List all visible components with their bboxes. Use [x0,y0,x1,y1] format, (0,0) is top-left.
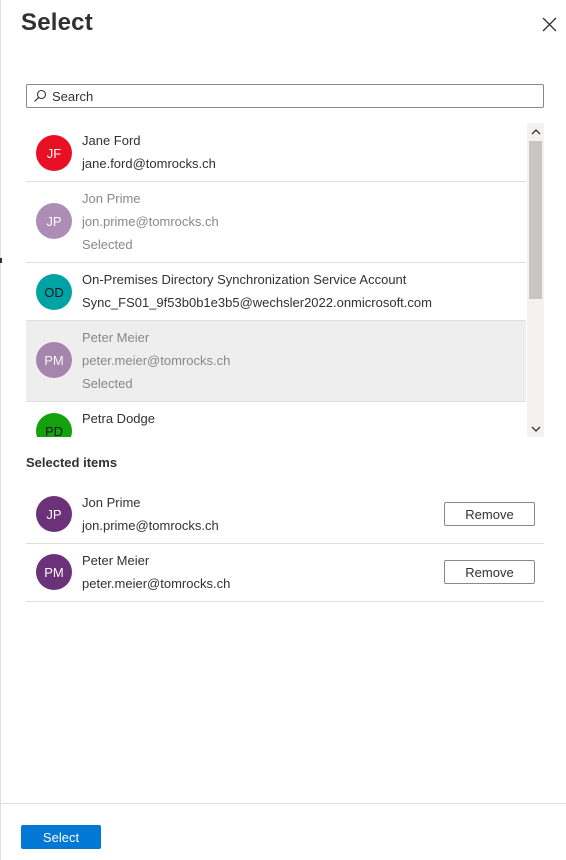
page-edge-marker [0,258,2,263]
result-name: On-Premises Directory Synchronization Se… [82,272,407,287]
search-icon [33,89,47,103]
selected-item-name: Jon Prime [82,495,141,510]
results-list[interactable]: JF Jane Ford jane.ford@tomrocks.ch JP Jo… [26,123,544,437]
result-status: Selected [82,237,133,252]
result-row-jane-ford[interactable]: JF Jane Ford jane.ford@tomrocks.ch [26,123,526,182]
avatar-initials: PM [44,352,64,368]
result-name: Jon Prime [82,191,141,206]
result-status: Selected [82,376,133,391]
result-email: jon.prime@tomrocks.ch [82,214,219,229]
search-box[interactable] [26,84,544,108]
result-name: Peter Meier [82,330,150,345]
result-row-jon-prime[interactable]: JP Jon Prime jon.prime@tomrocks.ch Selec… [26,182,526,263]
avatar: JF [36,135,72,171]
scroll-up-button[interactable] [527,123,544,140]
result-email: Sync_FS01_9f53b0b1e3b5@wechsler2022.onmi… [82,295,432,310]
avatar-initials: PM [44,564,64,580]
avatar-initials: JP [46,506,62,522]
selected-item-name: Peter Meier [82,553,150,568]
selected-items-heading: Selected items [26,455,118,470]
scroll-down-button[interactable] [527,420,544,437]
avatar: JP [36,496,72,532]
panel-title: Select [21,9,93,36]
panel-left-border [0,0,1,860]
select-button[interactable]: Select [21,825,101,849]
chevron-down-icon [531,426,540,432]
avatar-initials: PD [44,423,64,438]
avatar-initials: OD [44,284,64,300]
selected-item-email: jon.prime@tomrocks.ch [82,518,219,533]
selected-item-jon-prime: JP Jon Prime jon.prime@tomrocks.ch Remov… [26,486,544,544]
results-scrollbar[interactable] [527,123,544,437]
chevron-up-icon [531,128,540,134]
scrollbar-thumb[interactable] [529,141,542,299]
selected-item-peter-meier: PM Peter Meier peter.meier@tomrocks.ch R… [26,544,544,602]
avatar-initials: JF [46,145,62,161]
remove-button[interactable]: Remove [444,560,535,584]
remove-button[interactable]: Remove [444,502,535,526]
avatar: PD [36,413,72,437]
result-row-peter-meier[interactable]: PM Peter Meier peter.meier@tomrocks.ch S… [26,321,526,402]
result-name: Petra Dodge [82,411,155,426]
close-icon [542,17,557,32]
search-input[interactable] [52,88,522,104]
avatar-initials: JP [46,213,62,229]
footer-divider [1,803,566,804]
avatar: PM [36,342,72,378]
avatar: PM [36,554,72,590]
selected-item-email: peter.meier@tomrocks.ch [82,576,231,591]
result-email: peter.meier@tomrocks.ch [82,353,231,368]
result-name: Jane Ford [82,133,141,148]
avatar: OD [36,274,72,310]
result-email: jane.ford@tomrocks.ch [82,156,216,171]
avatar: JP [36,203,72,239]
result-row-petra-dodge[interactable]: PD Petra Dodge [26,402,526,437]
selected-items-list: JP Jon Prime jon.prime@tomrocks.ch Remov… [26,486,544,602]
close-button[interactable] [538,12,562,36]
result-row-on-premises[interactable]: OD On-Premises Directory Synchronization… [26,263,526,321]
